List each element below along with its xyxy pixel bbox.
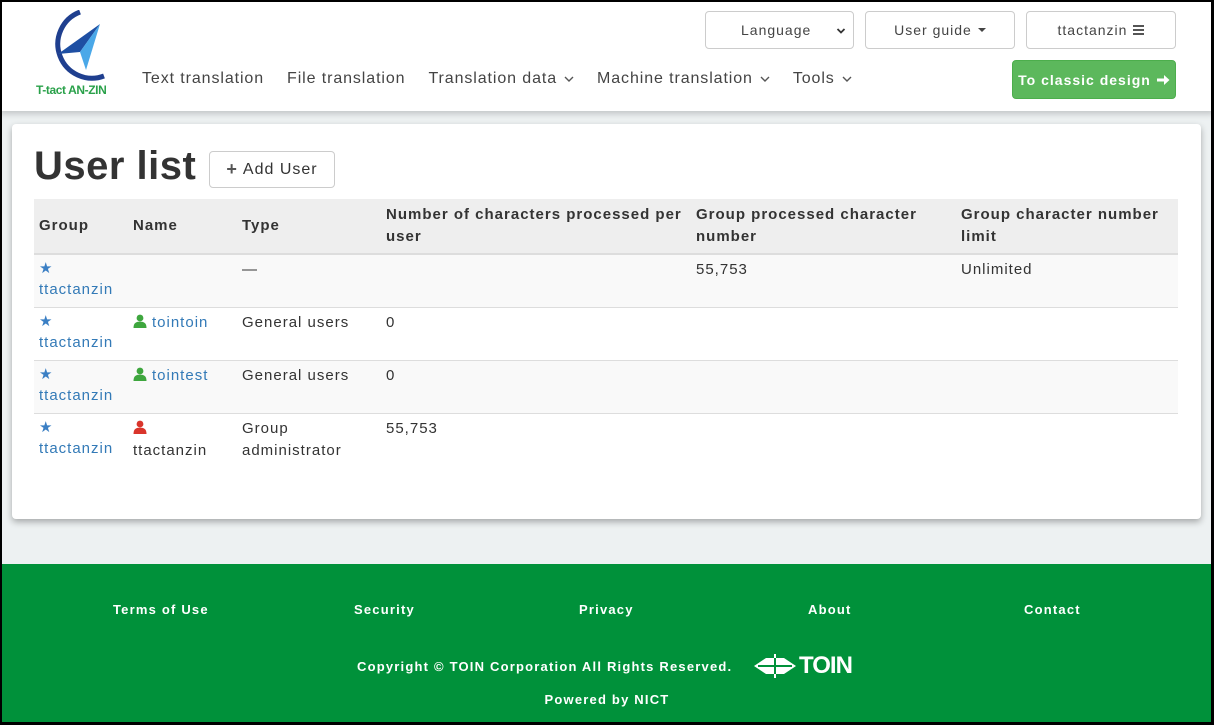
- cell-name: ttactanzin: [128, 412, 237, 466]
- group-link[interactable]: ttactanzin: [39, 281, 113, 298]
- nav-file-translation[interactable]: File translation: [287, 70, 405, 88]
- cell-group-processed: [691, 306, 956, 360]
- cell-name: tointest: [128, 359, 237, 413]
- user-guide-label: User guide: [894, 22, 972, 38]
- table-row: ★ ttactanzin — 55,753 Unlimited: [34, 253, 1178, 307]
- cell-chars-per-user: 55,753: [381, 412, 691, 466]
- user-guide-button[interactable]: User guide: [865, 11, 1015, 49]
- star-icon: ★: [39, 260, 54, 277]
- cell-group: ★ ttactanzin: [34, 412, 128, 466]
- cell-type: —: [237, 253, 381, 307]
- page-title: User list: [34, 144, 197, 188]
- user-name-link[interactable]: tointoin: [152, 314, 208, 331]
- chevron-down-icon: [564, 76, 574, 82]
- user-icon: [133, 314, 147, 328]
- footer-link-contact[interactable]: Contact: [1024, 602, 1081, 617]
- user-menu-button[interactable]: ttactanzin: [1026, 11, 1176, 49]
- column-header-group-limit[interactable]: Group character number limit: [956, 199, 1178, 255]
- footer-link-about[interactable]: About: [808, 602, 852, 617]
- group-link[interactable]: ttactanzin: [39, 387, 113, 404]
- group-link[interactable]: ttactanzin: [39, 440, 113, 457]
- language-select[interactable]: Language: [705, 11, 854, 49]
- cell-type: General users: [237, 306, 381, 360]
- nav-label: Machine translation: [597, 70, 753, 87]
- nav-label: File translation: [287, 70, 406, 87]
- user-name: ttactanzin: [133, 441, 208, 459]
- group-link[interactable]: ttactanzin: [39, 334, 113, 351]
- nav-text-translation[interactable]: Text translation: [142, 70, 264, 88]
- language-select-value: Language: [741, 22, 812, 38]
- cell-name: tointoin: [128, 306, 237, 360]
- column-header-group[interactable]: Group: [34, 199, 128, 255]
- toin-mark-icon: [754, 654, 796, 678]
- add-user-button[interactable]: + Add User: [209, 151, 335, 188]
- classic-design-button[interactable]: To classic design: [1012, 60, 1176, 99]
- footer-link-terms[interactable]: Terms of Use: [113, 602, 209, 617]
- cell-chars-per-user: 0: [381, 359, 691, 413]
- star-icon: ★: [39, 418, 54, 436]
- user-list-card: User list + Add User Group Name Type Num…: [12, 124, 1201, 519]
- site-header: T-tact AN-ZIN Text translation File tran…: [0, 0, 1214, 111]
- cell-group: ★ ttactanzin: [34, 253, 128, 307]
- app-logo[interactable]: T-tact AN-ZIN: [30, 10, 122, 100]
- table-row: ★ ttactanzin tointoin General users 0: [34, 306, 1178, 360]
- caret-down-icon: [977, 28, 986, 32]
- cell-group-processed: 55,753: [691, 253, 956, 307]
- user-icon: [133, 420, 147, 434]
- cell-chars-per-user: 0: [381, 306, 691, 360]
- footer-link-privacy[interactable]: Privacy: [579, 602, 634, 617]
- table-header-row: Group Name Type Number of characters pro…: [34, 199, 1178, 255]
- cell-group: ★ ttactanzin: [34, 359, 128, 413]
- nav-label: Tools: [792, 70, 835, 87]
- classic-design-label: To classic design: [1018, 71, 1151, 88]
- user-name-link[interactable]: tointest: [152, 367, 208, 384]
- plus-icon: +: [226, 159, 238, 179]
- toin-logo-text: TOIN: [799, 652, 853, 679]
- nav-label: Translation data: [428, 70, 558, 87]
- cell-type: Group administrator: [237, 412, 381, 466]
- user-menu-label: ttactanzin: [1057, 22, 1128, 38]
- logo-compass-icon: [55, 10, 105, 81]
- cell-type: General users: [237, 359, 381, 413]
- cell-group-limit: [956, 412, 1178, 466]
- cell-name: [128, 253, 237, 307]
- powered-by-text: Powered by NICT: [544, 692, 670, 707]
- copyright-text: Copyright © TOIN Corporation All Rights …: [357, 659, 733, 674]
- star-icon: ★: [39, 312, 54, 330]
- chevron-down-icon: [836, 28, 846, 34]
- nav-tools[interactable]: Tools: [793, 70, 852, 88]
- arrow-right-icon: [1156, 74, 1170, 85]
- nav-label: Text translation: [142, 70, 265, 87]
- hamburger-menu-icon: [1133, 25, 1145, 35]
- nav-machine-translation[interactable]: Machine translation: [597, 70, 770, 88]
- main-nav: Text translation File translation Transl…: [142, 70, 875, 88]
- column-header-name[interactable]: Name: [128, 199, 237, 255]
- cell-group-limit: [956, 359, 1178, 413]
- cell-group-limit: Unlimited: [956, 253, 1178, 307]
- cell-chars-per-user: [381, 253, 691, 307]
- table-row: ★ ttactanzin tointest General users 0: [34, 359, 1178, 413]
- user-icon: [133, 367, 147, 381]
- logo-text: T-tact AN-ZIN: [36, 83, 107, 97]
- footer-link-security[interactable]: Security: [354, 602, 415, 617]
- cell-group-limit: [956, 306, 1178, 360]
- user-table: Group Name Type Number of characters pro…: [34, 199, 1178, 466]
- cell-group-processed: [691, 412, 956, 466]
- cell-group-processed: [691, 359, 956, 413]
- column-header-type[interactable]: Type: [237, 199, 381, 255]
- site-footer: Terms of Use Security Privacy About Cont…: [0, 564, 1214, 725]
- chevron-down-icon: [842, 76, 852, 82]
- chevron-down-icon: [760, 76, 770, 82]
- nav-translation-data[interactable]: Translation data: [428, 70, 574, 88]
- cell-group: ★ ttactanzin: [34, 306, 128, 360]
- table-row: ★ ttactanzin ttactanzin Group administrator…: [34, 412, 1178, 466]
- add-user-label: Add User: [242, 160, 318, 178]
- star-icon: ★: [39, 365, 54, 383]
- column-header-group-processed[interactable]: Group processed character number: [691, 199, 956, 255]
- toin-logo: TOIN: [754, 652, 853, 680]
- column-header-chars-per-user[interactable]: Number of characters processed per user: [381, 199, 691, 255]
